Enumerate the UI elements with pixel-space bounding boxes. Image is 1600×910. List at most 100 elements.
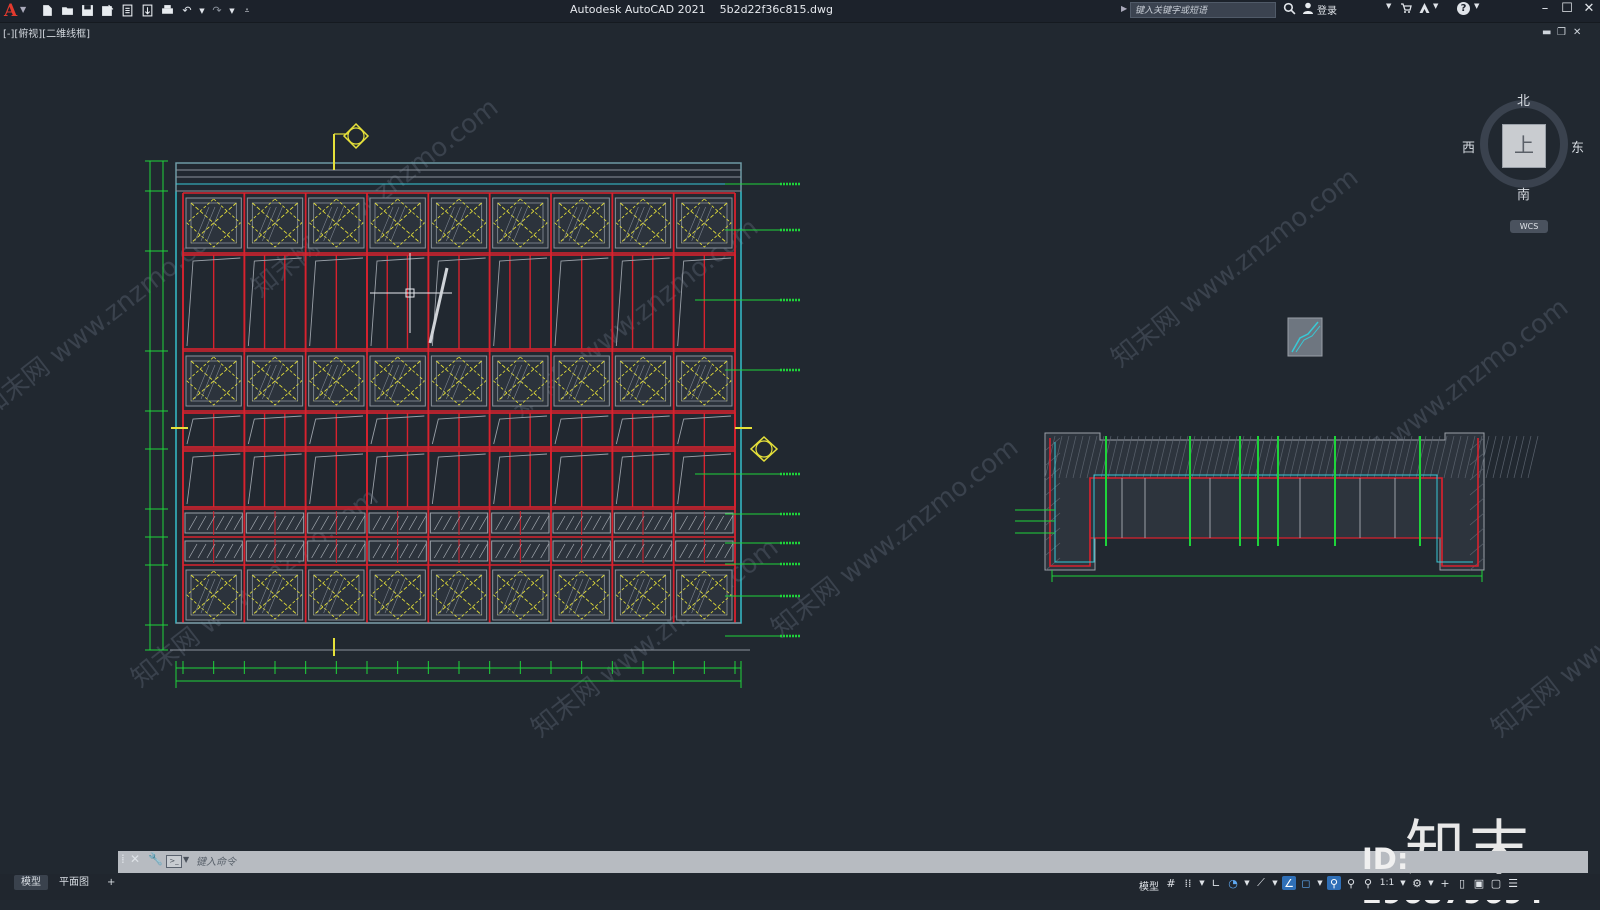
customization-menu-icon[interactable]: ☰ xyxy=(1506,876,1520,890)
plot-icon[interactable] xyxy=(158,2,176,19)
autocad-logo-icon[interactable]: A xyxy=(4,1,17,21)
annotation-monitor-icon[interactable]: + xyxy=(1438,876,1452,890)
help-dropdown-icon[interactable]: ▼ xyxy=(1474,2,1479,10)
drawing-canvas[interactable]: 知末网 www.znzmo.com 知末网 www.znzmo.com 知末网 ww… xyxy=(0,38,1600,884)
plan-section[interactable] xyxy=(1015,432,1539,582)
a360-icon[interactable] xyxy=(1418,2,1431,14)
drawing-restore-icon[interactable]: ❐ xyxy=(1557,27,1566,38)
recent-commands-dropdown-icon[interactable]: ▼ xyxy=(183,855,189,864)
tab-layout-plan[interactable]: 平面图 xyxy=(52,875,96,890)
app-menu-caret-icon[interactable]: ▼ xyxy=(20,5,26,14)
watermark-text: 知末网 www.znzmo.com xyxy=(1486,533,1600,744)
wcs-menu-button[interactable]: WCS xyxy=(1510,220,1548,233)
bottom-dimension-chain xyxy=(175,661,742,688)
tab-model[interactable]: 模型 xyxy=(14,875,48,890)
drawing-close-icon[interactable]: ✕ xyxy=(1573,27,1581,38)
maximize-icon[interactable]: ☐ xyxy=(1556,1,1578,19)
compass-north[interactable]: 北 xyxy=(1517,90,1530,109)
annotation-visibility-icon[interactable]: ⚲ xyxy=(1327,876,1341,890)
glass-reflection xyxy=(370,257,425,347)
glass-reflection xyxy=(247,415,302,445)
polar-tracking-icon[interactable]: ◔ xyxy=(1226,876,1240,890)
autodesk-store-icon[interactable] xyxy=(1400,2,1412,14)
search-input[interactable] xyxy=(1130,2,1276,18)
command-grip-icon[interactable]: ⁞ xyxy=(121,852,125,866)
glass-reflection xyxy=(493,415,548,445)
annotation-scale-icon[interactable]: ⚲ xyxy=(1361,876,1375,890)
glass-frame xyxy=(611,450,675,508)
save-icon[interactable] xyxy=(78,2,96,19)
compass-east[interactable]: 东 xyxy=(1571,137,1584,156)
user-icon[interactable] xyxy=(1302,2,1314,14)
left-dimension-chain xyxy=(145,160,168,651)
view-cube[interactable]: 北 南 西 东 上 WCS xyxy=(1462,90,1590,240)
section-detail-thumbnail[interactable] xyxy=(1287,317,1323,357)
watermark-text: 知末网 www.znzmo.com xyxy=(766,433,1024,644)
glass-frame xyxy=(488,450,552,508)
command-input[interactable] xyxy=(194,853,1338,872)
object-snap-dropdown-icon[interactable]: ▼ xyxy=(1316,876,1324,890)
glass-reflection xyxy=(370,415,425,445)
save-to-web-icon[interactable] xyxy=(138,2,156,19)
compass-south[interactable]: 南 xyxy=(1517,184,1530,203)
search-icon[interactable] xyxy=(1283,2,1296,15)
grid-icon[interactable]: # xyxy=(1164,876,1178,890)
app-name: Autodesk AutoCAD 2021 xyxy=(570,3,706,16)
glass-reflection xyxy=(493,453,548,505)
command-customize-icon[interactable]: 🔧 xyxy=(148,852,163,866)
quick-access-toolbar: ↶ ▼ ↷ ▼ ⩡ xyxy=(38,2,256,19)
recent-commands-icon[interactable]: >_ xyxy=(166,855,182,868)
command-close-icon[interactable]: ✕ xyxy=(130,852,140,866)
view-cube-top-face[interactable]: 上 xyxy=(1502,124,1546,168)
clean-screen-icon[interactable]: ▢ xyxy=(1489,876,1503,890)
model-space-toggle[interactable]: 模型 xyxy=(1139,878,1159,893)
glass-reflection xyxy=(370,453,425,505)
compass-west[interactable]: 西 xyxy=(1462,137,1475,156)
auto-scale-icon[interactable]: ⚲ xyxy=(1344,876,1358,890)
status-toggle-group: # ⁞⁞ ▼ ∟ ◔ ▼ ⟋ ▼ ∠ ◻ ▼ ⚲ ⚲ ⚲ 1:1 ▼ ⚙ ▼ +… xyxy=(1164,876,1520,890)
object-snap-tracking-icon[interactable]: ∠ xyxy=(1282,876,1296,890)
window-title: Autodesk AutoCAD 2021 5b2d22f36c815.dwg xyxy=(570,3,833,16)
search-expand-icon[interactable]: ▶ xyxy=(1121,4,1127,13)
login-dropdown-icon[interactable]: ▼ xyxy=(1386,2,1391,10)
open-folder-icon[interactable] xyxy=(58,2,76,19)
customize-toolbar-icon[interactable]: ⩡ xyxy=(238,2,256,19)
ortho-icon[interactable]: ∟ xyxy=(1209,876,1223,890)
glass-reflection xyxy=(493,257,548,347)
quick-properties-icon[interactable]: ▣ xyxy=(1472,876,1486,890)
isometric-dropdown-icon[interactable]: ▼ xyxy=(1271,876,1279,890)
elevation-panel-rows xyxy=(182,192,736,623)
glass-reflection xyxy=(247,453,302,505)
workspace-gear-icon[interactable]: ⚙ xyxy=(1410,876,1424,890)
glass-reflection xyxy=(615,453,670,505)
cad-drawing[interactable]: 知末网 www.znzmo.com 知末网 www.znzmo.com 知末网 ww… xyxy=(0,38,1600,850)
snap-dropdown-icon[interactable]: ▼ xyxy=(1198,876,1206,890)
minimize-icon[interactable]: – xyxy=(1534,1,1556,19)
new-file-icon[interactable] xyxy=(38,2,56,19)
drawing-minimize-icon[interactable]: ▬ xyxy=(1542,27,1551,38)
glass-reflection xyxy=(615,415,670,445)
snap-icon[interactable]: ⁞⁞ xyxy=(1181,876,1195,890)
object-snap-icon[interactable]: ◻ xyxy=(1299,876,1313,890)
polar-dropdown-icon[interactable]: ▼ xyxy=(1243,876,1251,890)
watermark-text: 知末网 www.znzmo.com xyxy=(1106,163,1364,374)
undo-dropdown-icon[interactable]: ▼ xyxy=(198,2,206,19)
redo-icon[interactable]: ↷ xyxy=(208,2,226,19)
help-glyph: ? xyxy=(1457,2,1470,15)
open-from-web-icon[interactable] xyxy=(118,2,136,19)
login-button[interactable]: 登录 xyxy=(1317,2,1337,17)
close-icon[interactable]: ✕ xyxy=(1578,1,1600,19)
redo-dropdown-icon[interactable]: ▼ xyxy=(228,2,236,19)
workspace-dropdown-icon[interactable]: ▼ xyxy=(1427,876,1435,890)
add-layout-tab[interactable]: + xyxy=(100,875,122,890)
a360-dropdown-icon[interactable]: ▼ xyxy=(1433,2,1438,10)
file-name: 5b2d22f36c815.dwg xyxy=(719,3,833,16)
help-icon[interactable]: ? xyxy=(1457,2,1470,15)
save-as-icon[interactable] xyxy=(98,2,116,19)
annotation-scale-value[interactable]: 1:1 xyxy=(1378,876,1396,890)
units-icon[interactable]: ▯ xyxy=(1455,876,1469,890)
undo-icon[interactable]: ↶ xyxy=(178,2,196,19)
scale-dropdown-icon[interactable]: ▼ xyxy=(1399,876,1407,890)
isometric-icon[interactable]: ⟋ xyxy=(1254,876,1268,890)
crosshair-cursor xyxy=(370,253,452,344)
